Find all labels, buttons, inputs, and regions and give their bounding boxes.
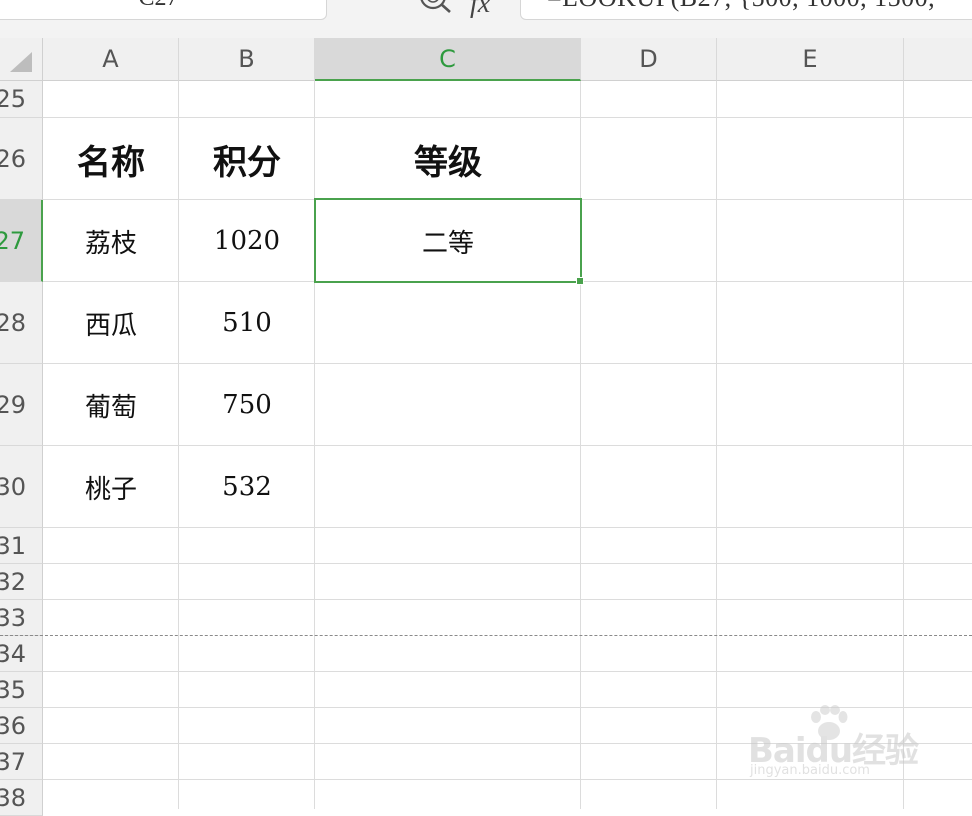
grid-line	[43, 599, 972, 600]
row-header-30[interactable]: 30	[0, 446, 43, 528]
column-header-a[interactable]: A	[43, 38, 179, 81]
cell-b27[interactable]: 1020	[179, 200, 315, 282]
watermark-url: jingyan.baidu.com	[750, 763, 870, 778]
name-box[interactable]: C27	[0, 0, 327, 20]
page-break-line	[0, 635, 972, 636]
row-header-36[interactable]: 36	[0, 708, 43, 744]
fx-icon[interactable]: fx	[470, 0, 490, 18]
row-header-35[interactable]: 35	[0, 672, 43, 708]
name-box-value: C27	[0, 0, 326, 10]
row-header-32[interactable]: 32	[0, 564, 43, 600]
active-cell-selection[interactable]	[314, 198, 584, 285]
column-header-b[interactable]: B	[179, 38, 315, 81]
cell-a27[interactable]: 荔枝	[43, 200, 179, 282]
grid-line	[43, 671, 972, 672]
cell-a26[interactable]: 名称	[43, 118, 179, 200]
formula-text: =LOOKUP(B27, {500, 1000, 1500,	[547, 0, 935, 13]
row-header-37[interactable]: 37	[0, 744, 43, 780]
row-header-26[interactable]: 26	[0, 118, 43, 200]
cell-b29[interactable]: 750	[179, 364, 315, 446]
row-header-33[interactable]: 33	[0, 600, 43, 636]
cell-c26[interactable]: 等级	[315, 118, 581, 200]
formula-bar: C27 fx =LOOKUP(B27, {500, 1000, 1500,	[0, 0, 972, 38]
row-header-29[interactable]: 29	[0, 364, 43, 446]
column-header-d[interactable]: D	[581, 38, 717, 81]
row-header-27[interactable]: 27	[0, 200, 43, 282]
row-header-31[interactable]: 31	[0, 528, 43, 564]
select-all-triangle-icon	[10, 52, 32, 72]
cell-b30[interactable]: 532	[179, 446, 315, 528]
search-zoom-icon[interactable]	[416, 0, 456, 18]
formula-input[interactable]: =LOOKUP(B27, {500, 1000, 1500,	[520, 0, 972, 20]
column-header-e[interactable]: E	[717, 38, 904, 81]
cell-b26[interactable]: 积分	[179, 118, 315, 200]
cell-a28[interactable]: 西瓜	[43, 282, 179, 364]
column-header-c[interactable]: C	[315, 38, 581, 81]
cell-b28[interactable]: 510	[179, 282, 315, 364]
column-header-f[interactable]	[904, 38, 972, 81]
row-header-25[interactable]: 25	[0, 81, 43, 118]
fill-handle[interactable]	[576, 277, 584, 285]
baidu-watermark: Baidu经验 jingyan.baidu.com	[748, 705, 968, 795]
row-header-38[interactable]: 38	[0, 780, 43, 816]
cell-a29[interactable]: 葡萄	[43, 364, 179, 446]
grid-line	[43, 563, 972, 564]
cell-a30[interactable]: 桃子	[43, 446, 179, 528]
row-header-28[interactable]: 28	[0, 282, 43, 364]
row-header-34[interactable]: 34	[0, 636, 43, 672]
